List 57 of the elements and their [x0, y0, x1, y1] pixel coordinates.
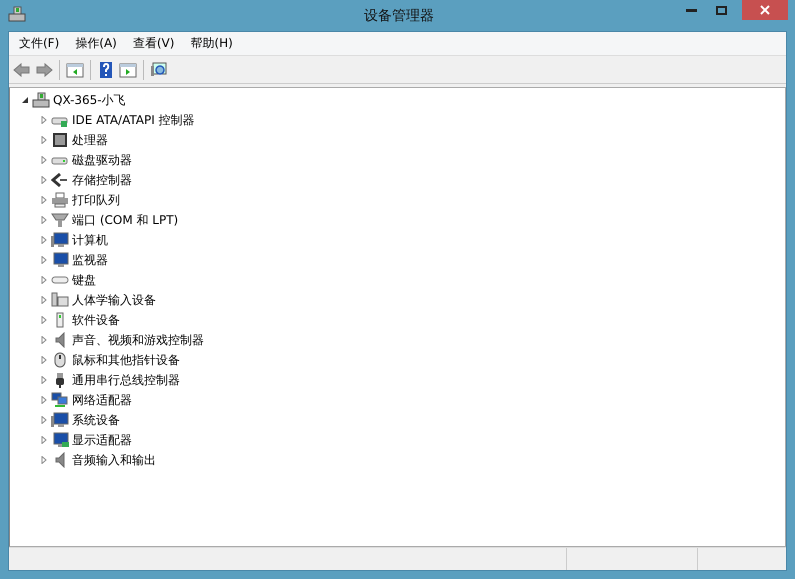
- tree-item[interactable]: 键盘: [72, 272, 96, 288]
- menu-item[interactable]: 帮助(H): [182, 33, 241, 54]
- tree-item[interactable]: 处理器: [72, 132, 108, 148]
- expand-arrow-icon[interactable]: [40, 236, 48, 244]
- menu-item[interactable]: 查看(V): [124, 33, 182, 54]
- expand-arrow-icon[interactable]: [40, 296, 48, 304]
- menu-item[interactable]: 操作(A): [67, 33, 125, 54]
- monitor-icon: [51, 412, 69, 428]
- tree-item[interactable]: 网络适配器: [72, 392, 132, 408]
- expand-arrow-icon[interactable]: [40, 356, 48, 364]
- network-icon: [51, 392, 69, 408]
- tree-item[interactable]: 监视器: [72, 252, 108, 268]
- monitor-icon: [51, 432, 69, 448]
- expand-arrow-icon[interactable]: [40, 196, 48, 204]
- expand-arrow-icon[interactable]: [40, 116, 48, 124]
- expand-arrow-icon[interactable]: [40, 336, 48, 344]
- menu-item[interactable]: 文件(F): [11, 33, 68, 54]
- expand-arrow-icon[interactable]: [40, 396, 48, 404]
- monitor-icon: [51, 232, 69, 248]
- monitor-icon: [51, 252, 69, 268]
- expand-arrow-icon[interactable]: [40, 456, 48, 464]
- tree-item[interactable]: 端口 (COM 和 LPT): [72, 212, 178, 228]
- expand-arrow-icon[interactable]: [40, 156, 48, 164]
- tree-item[interactable]: 计算机: [72, 232, 108, 248]
- maximize-icon: [716, 6, 726, 14]
- tree-item[interactable]: 存储控制器: [72, 172, 132, 188]
- expand-arrow-icon[interactable]: [40, 316, 48, 324]
- printer-icon: [51, 192, 69, 208]
- collapse-arrow-icon[interactable]: [21, 96, 29, 104]
- tree-item[interactable]: QX-365-小飞: [53, 92, 126, 108]
- tree-item[interactable]: 通用串行总线控制器: [72, 372, 180, 388]
- tree-item[interactable]: 显示适配器: [72, 432, 132, 448]
- expand-arrow-icon[interactable]: [40, 436, 48, 444]
- minimize-icon: [686, 8, 696, 12]
- expand-arrow-icon[interactable]: [40, 136, 48, 144]
- tree-item[interactable]: IDE ATA/ATAPI 控制器: [72, 112, 195, 128]
- tree-item[interactable]: 鼠标和其他指针设备: [72, 352, 180, 368]
- expand-arrow-icon[interactable]: [40, 216, 48, 224]
- window-title: 设备管理器: [363, 7, 435, 25]
- close-icon: [760, 5, 770, 15]
- connector-icon: [51, 172, 69, 188]
- tree-item[interactable]: 音频输入和输出: [72, 452, 156, 468]
- tree-item[interactable]: 系统设备: [72, 412, 120, 428]
- expand-arrow-icon[interactable]: [40, 176, 48, 184]
- tree-item[interactable]: 打印队列: [72, 192, 120, 208]
- chip-icon: [51, 132, 69, 148]
- close-button[interactable]: [742, 0, 788, 20]
- expand-arrow-icon[interactable]: [40, 256, 48, 264]
- tree-item[interactable]: 人体学输入设备: [72, 292, 156, 308]
- expand-arrow-icon[interactable]: [40, 416, 48, 424]
- computer-icon: [8, 6, 26, 22]
- computer-icon: [32, 92, 50, 108]
- tree-item[interactable]: 磁盘驱动器: [72, 152, 132, 168]
- tree-item[interactable]: 声音、视频和游戏控制器: [72, 332, 204, 348]
- expand-arrow-icon[interactable]: [40, 376, 48, 384]
- expand-arrow-icon[interactable]: [40, 276, 48, 284]
- tree-item[interactable]: 软件设备: [72, 312, 120, 328]
